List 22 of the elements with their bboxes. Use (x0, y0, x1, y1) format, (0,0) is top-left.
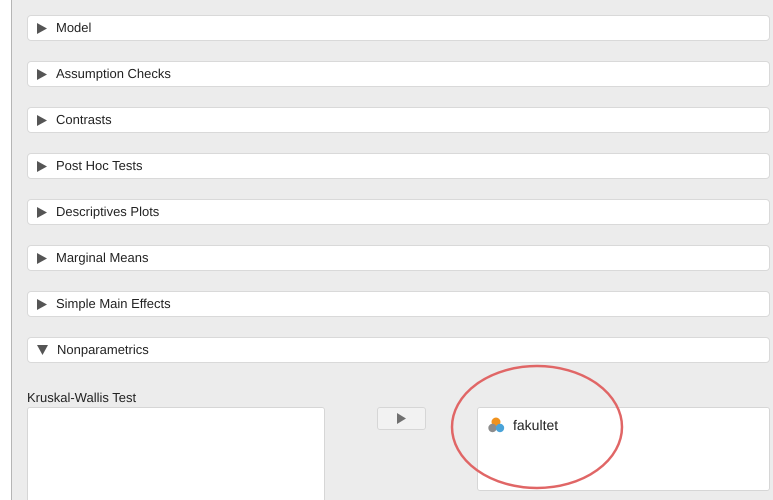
caret-down-icon (37, 345, 48, 355)
caret-right-icon (37, 22, 47, 34)
move-button[interactable] (376, 407, 426, 430)
variable-item[interactable]: fakultet (513, 414, 558, 436)
nominal-variable-icon (488, 417, 505, 433)
selected-variables-list[interactable]: fakultet (477, 407, 770, 491)
section-header[interactable]: Model (27, 15, 770, 41)
test-label: Kruskal-Wallis Test (27, 390, 138, 405)
section-header[interactable]: Assumption Checks (27, 61, 770, 87)
section-header[interactable]: Simple Main Effects (27, 291, 770, 317)
caret-right-icon (37, 68, 47, 80)
caret-right-icon (37, 298, 47, 310)
caret-right-icon (37, 114, 47, 126)
caret-right-icon (37, 252, 47, 264)
section-header[interactable]: Contrasts (27, 107, 770, 133)
caret-right-icon (37, 206, 47, 218)
section-header[interactable]: Marginal Means (27, 245, 770, 271)
section-header[interactable]: Nonparametrics (27, 337, 770, 363)
section-header[interactable]: Post Hoc Tests (27, 153, 770, 179)
section-header[interactable]: Descriptives Plots (27, 199, 770, 225)
caret-right-icon (37, 160, 47, 172)
play-icon (396, 413, 406, 424)
